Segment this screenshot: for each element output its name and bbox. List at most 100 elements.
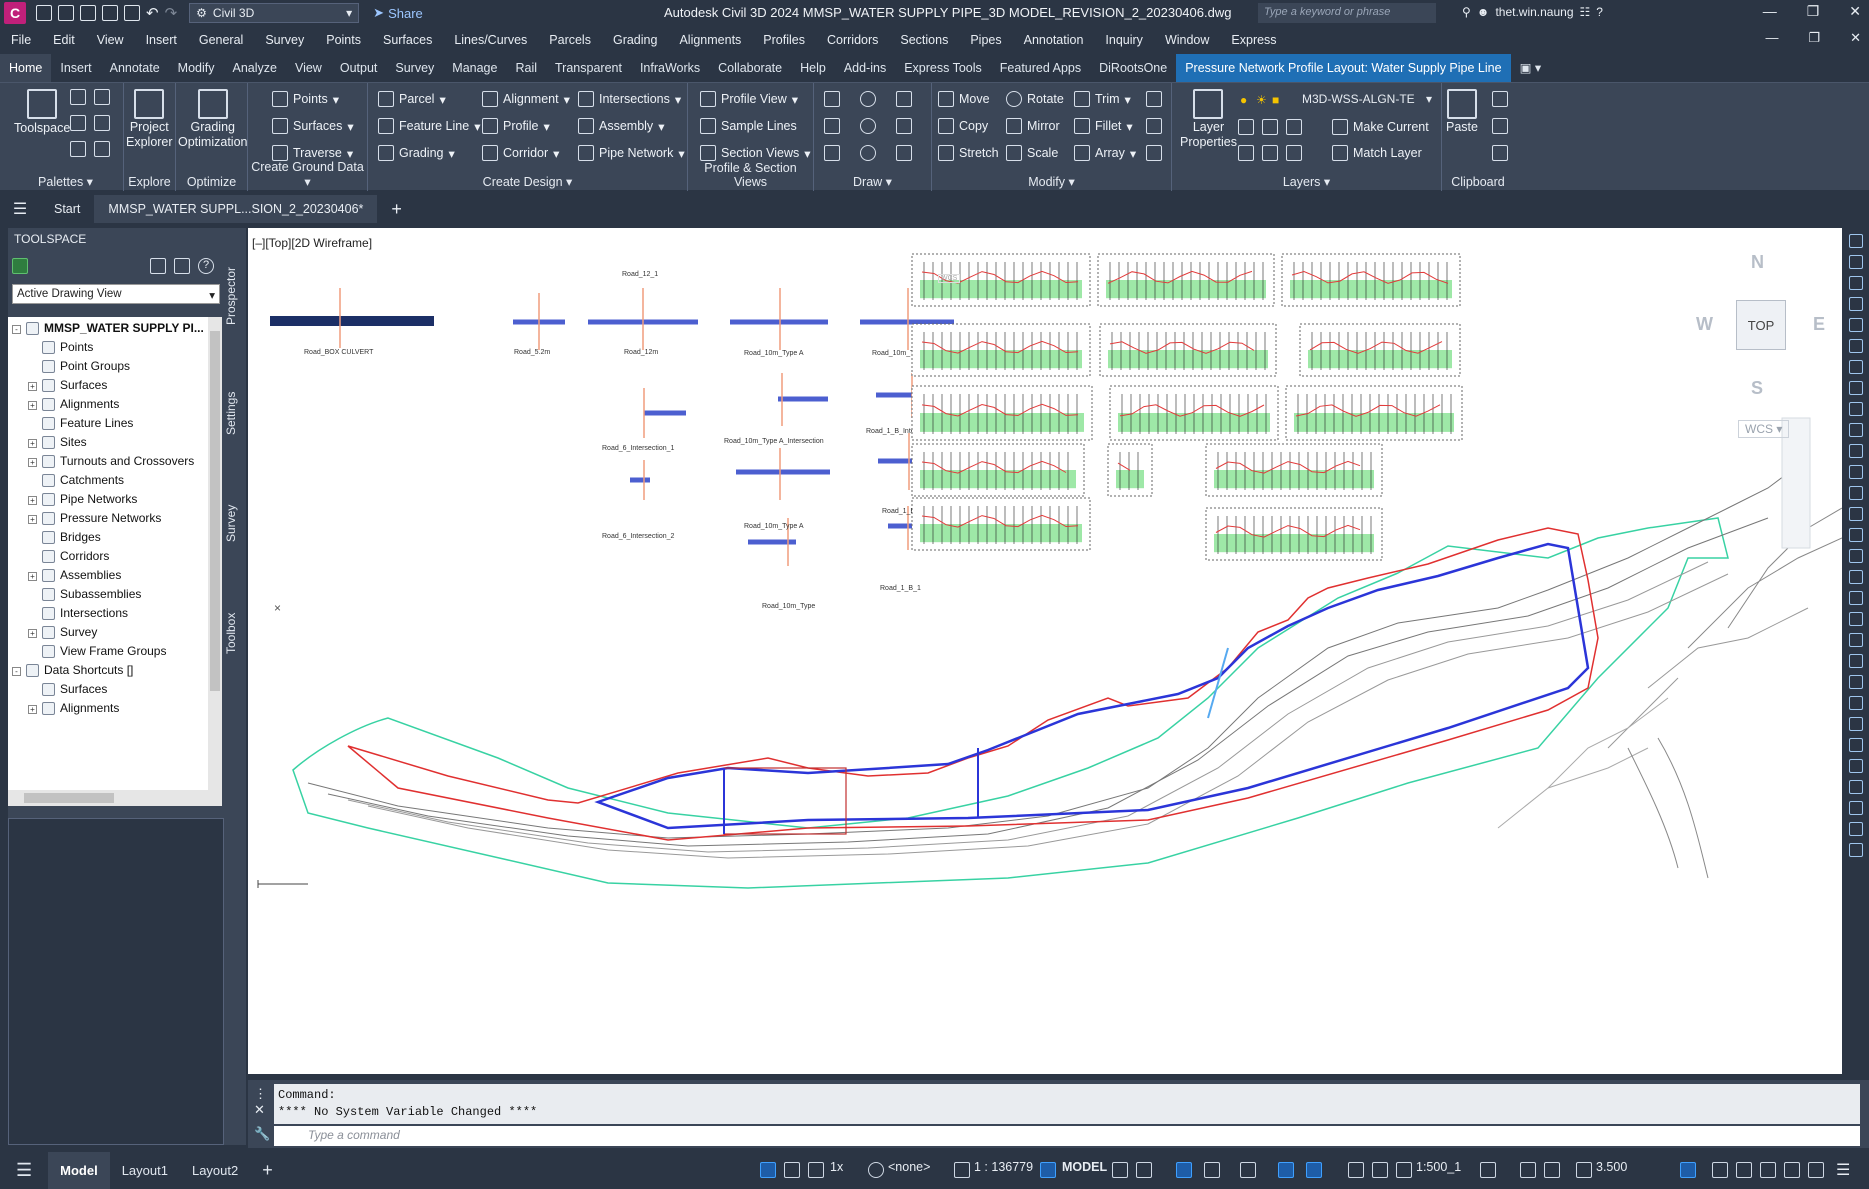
annotation-scale-multiplier[interactable]: 1x (830, 1160, 843, 1174)
stretch-button[interactable]: Stretch (938, 145, 999, 161)
lineweight-icon[interactable] (1278, 1162, 1294, 1178)
menu-item[interactable]: Corridors (816, 33, 889, 47)
viewport-scale-ratio[interactable]: 1 : 136779 (974, 1160, 1033, 1174)
sample-lines-button[interactable]: Sample Lines (700, 118, 797, 134)
tree-expander[interactable]: + (28, 515, 37, 524)
transparency-icon[interactable] (1306, 1162, 1322, 1178)
tree-node[interactable]: MMSP_WATER SUPPLY PI... (26, 321, 204, 335)
layer-tool-icon[interactable] (1262, 119, 1278, 135)
drawing-canvas[interactable]: Road_BOX CULVERT Road_5.2m Road_12_1 Roa… (248, 228, 1842, 1074)
tool-strip-icon[interactable] (1849, 276, 1863, 290)
layer-tool-icon[interactable] (1238, 145, 1254, 161)
panel-title[interactable]: Layers ▾ (1172, 174, 1441, 189)
move-button[interactable]: Move (938, 91, 990, 107)
tree-node[interactable]: Surfaces (42, 378, 107, 392)
wcs-menu[interactable]: WCS ▾ (1738, 420, 1790, 438)
tool-strip-icon[interactable] (1849, 507, 1863, 521)
tree-expander[interactable]: + (28, 458, 37, 467)
tool-strip-icon[interactable] (1849, 381, 1863, 395)
app-logo[interactable]: C (4, 2, 26, 24)
tool-strip-icon[interactable] (1849, 780, 1863, 794)
make-current-button[interactable]: Make Current (1332, 119, 1429, 135)
tree-node[interactable]: Alignments (42, 397, 119, 411)
doc-close-icon[interactable]: ✕ (1850, 30, 1861, 46)
tool-strip-icon[interactable] (1849, 486, 1863, 500)
tree-node[interactable]: Bridges (42, 530, 101, 544)
tree-node[interactable]: View Frame Groups (42, 644, 166, 658)
panel-title[interactable]: Create Design ▾ (368, 174, 687, 189)
ribbon-tab[interactable]: Transparent (546, 54, 631, 82)
points-button[interactable]: Points ▾ (272, 91, 339, 107)
menu-item[interactable]: Annotation (1013, 33, 1095, 47)
array-button[interactable]: Array ▾ (1074, 145, 1136, 161)
annotation-scale[interactable]: 1:500_1 (1416, 1160, 1461, 1174)
side-tab-toolbox[interactable]: Toolbox (224, 588, 246, 678)
ribbon-tab[interactable]: InfraWorks (631, 54, 709, 82)
menu-item[interactable]: Alignments (668, 33, 752, 47)
tool-strip-icon[interactable] (1849, 654, 1863, 668)
workspace-switch-icon[interactable] (1480, 1162, 1496, 1178)
quick-properties-icon[interactable] (1784, 1162, 1800, 1178)
tool-strip-icon[interactable] (1849, 759, 1863, 773)
grading-optimization-button[interactable]: Grading Optimization (178, 89, 247, 149)
menu-item[interactable]: Insert (135, 33, 188, 47)
save-icon[interactable] (80, 5, 96, 21)
panel-title[interactable]: Modify ▾ (932, 174, 1171, 189)
menu-item[interactable]: Profiles (752, 33, 816, 47)
tool-strip-icon[interactable] (1849, 633, 1863, 647)
scroll-thumb[interactable] (24, 793, 114, 803)
display-icon[interactable] (1544, 1162, 1560, 1178)
tree-node[interactable]: Intersections (42, 606, 128, 620)
ribbon-tab[interactable]: Survey (386, 54, 443, 82)
menu-item[interactable]: Survey (254, 33, 315, 47)
layer-tool-icon[interactable] (1262, 145, 1278, 161)
feature-line-button[interactable]: Feature Line ▾ (378, 118, 480, 134)
layer-properties-button[interactable]: Layer Properties (1180, 89, 1237, 149)
panel-title[interactable]: Create Ground Data ▾ (248, 160, 367, 189)
layer-tool-icon[interactable] (1286, 145, 1302, 161)
workspace-select[interactable]: ⚙ Civil 3D ▾ (189, 3, 360, 23)
arc-icon[interactable] (860, 91, 876, 107)
tree-node[interactable]: Data Shortcuts [] (26, 663, 133, 677)
ribbon-tab[interactable]: Help (791, 54, 835, 82)
doc-restore-icon[interactable]: ❐ (1808, 30, 1820, 46)
paste-button[interactable]: Paste (1446, 89, 1478, 134)
project-explorer-button[interactable]: Project Explorer (126, 89, 173, 149)
clean-screen-icon[interactable] (1808, 1162, 1824, 1178)
tree-node[interactable]: Alignments (42, 701, 119, 715)
layer-dropdown[interactable]: M3D-WSS-ALGN-TE ▾ (1288, 90, 1438, 110)
tool-strip-icon[interactable] (1849, 612, 1863, 626)
tab-model[interactable]: Model (48, 1152, 110, 1189)
menu-item[interactable]: General (188, 33, 254, 47)
customization-menu-icon[interactable]: ☰ (1836, 1160, 1850, 1180)
layer-freeze-icon[interactable]: ☀ (1256, 93, 1267, 107)
assembly-button[interactable]: Assembly ▾ (578, 118, 664, 134)
layer-tool-icon[interactable] (1286, 119, 1302, 135)
viewport-controls-label[interactable]: [–][Top][2D Wireframe] (252, 236, 372, 250)
user-account[interactable]: ⚲ ☻ thet.win.naung ☷ ? (1462, 5, 1603, 19)
menu-item[interactable]: File (0, 33, 42, 47)
minimize-icon[interactable]: — (1763, 3, 1777, 20)
tree-node[interactable]: Assemblies (42, 568, 121, 582)
menu-item[interactable]: Parcels (538, 33, 602, 47)
tree-node[interactable]: Feature Lines (42, 416, 133, 430)
parcel-button[interactable]: Parcel ▾ (378, 91, 446, 107)
rectangle-icon[interactable] (896, 118, 912, 134)
add-layout-icon[interactable]: + (250, 1152, 285, 1189)
tree-node[interactable]: Turnouts and Crossovers (42, 454, 194, 468)
cart-icon[interactable]: ☷ (1580, 5, 1591, 19)
profile-button[interactable]: Profile ▾ (482, 118, 550, 134)
viewport-scale-icon[interactable] (954, 1162, 970, 1178)
layer-lock-icon[interactable]: ■ (1272, 93, 1279, 107)
model-space-toggle[interactable]: MODEL (1062, 1160, 1107, 1174)
doc-minimize-icon[interactable]: — (1765, 30, 1778, 46)
tree-expander[interactable]: + (28, 439, 37, 448)
toggle-item-view-icon[interactable] (150, 258, 166, 274)
redo-icon[interactable]: ↷ (165, 4, 178, 22)
tab-start[interactable]: Start (40, 195, 94, 223)
ribbon-tab[interactable]: Manage (443, 54, 506, 82)
auto-scale-icon[interactable] (1372, 1162, 1388, 1178)
profile-view-button[interactable]: Profile View ▾ (700, 91, 798, 107)
copy-clip-icon[interactable] (1492, 118, 1508, 134)
properties-status-icon[interactable] (1736, 1162, 1752, 1178)
